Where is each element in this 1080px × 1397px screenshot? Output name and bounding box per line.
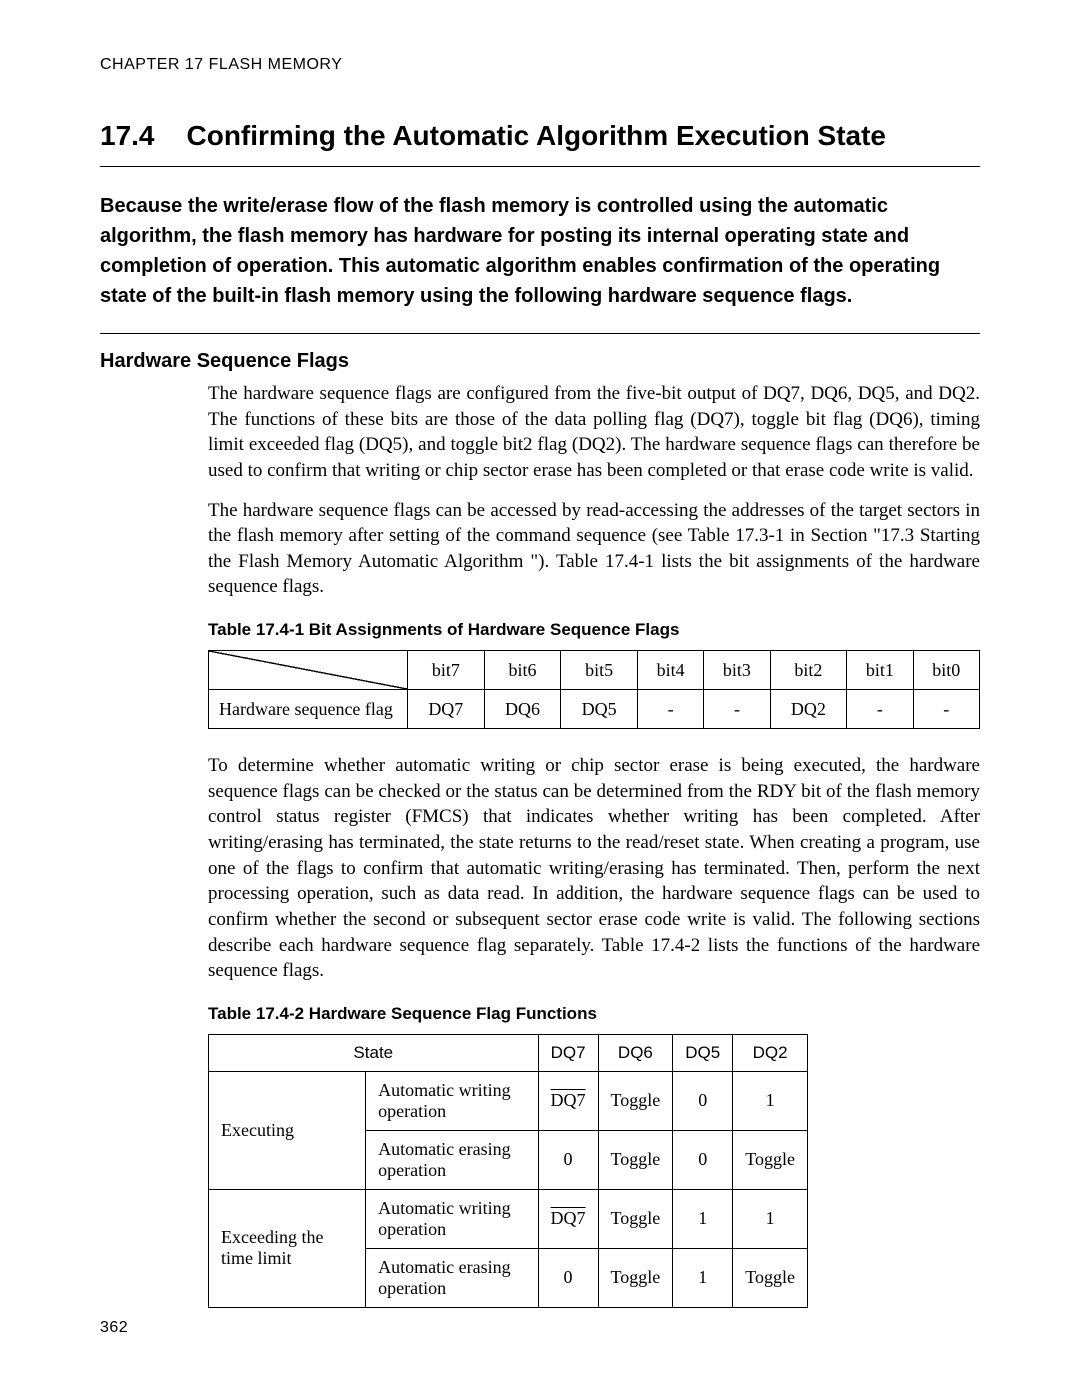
table-2-state-exceeding: Exceeding the time limit	[209, 1189, 366, 1307]
table-1-header-bit7: bit7	[408, 651, 485, 690]
table-2-cell: Toggle	[598, 1130, 673, 1189]
table-2-cell: Toggle	[733, 1130, 808, 1189]
intro-end-rule	[100, 333, 980, 334]
table-2-cell: 1	[733, 1189, 808, 1248]
table-1-header-bit2: bit2	[770, 651, 847, 690]
table-2-header-dq7: DQ7	[538, 1034, 598, 1071]
running-head: CHAPTER 17 FLASH MEMORY	[100, 56, 980, 74]
table-2-cell: 0	[538, 1248, 598, 1307]
table-1-cell: DQ6	[484, 690, 561, 729]
table-1-cell: DQ2	[770, 690, 847, 729]
table-2-state-executing: Executing	[209, 1071, 366, 1189]
table-2-cell: DQ7	[538, 1071, 598, 1130]
table-1-cell: DQ5	[561, 690, 638, 729]
paragraph-2: The hardware sequence flags can be acces…	[208, 498, 980, 601]
subheading: Hardware Sequence Flags	[100, 350, 980, 373]
table-1-header-bit4: bit4	[637, 651, 703, 690]
table-1-cell: DQ7	[408, 690, 485, 729]
table-2-cell: 0	[538, 1130, 598, 1189]
section-number: 17.4	[100, 120, 155, 152]
table-row: Exceeding the time limit Automatic writi…	[209, 1189, 808, 1248]
table-1-caption: Table 17.4-1 Bit Assignments of Hardware…	[208, 620, 980, 640]
table-2-header-dq6: DQ6	[598, 1034, 673, 1071]
table-2-cell: Toggle	[598, 1189, 673, 1248]
table-2-op: Automatic writing operation	[366, 1071, 538, 1130]
table-2-header-state: State	[209, 1034, 539, 1071]
table-2-cell: 0	[673, 1130, 733, 1189]
table-2-op: Automatic erasing operation	[366, 1248, 538, 1307]
table-1-header-bit5: bit5	[561, 651, 638, 690]
table-2-cell: DQ7	[538, 1189, 598, 1248]
table-2-op: Automatic erasing operation	[366, 1130, 538, 1189]
table-1-header-blank	[209, 651, 408, 690]
table-2: State DQ7 DQ6 DQ5 DQ2 Executing Automati…	[208, 1034, 808, 1308]
table-2-header-dq5: DQ5	[673, 1034, 733, 1071]
table-2-cell: 0	[673, 1071, 733, 1130]
table-1: bit7 bit6 bit5 bit4 bit3 bit2 bit1 bit0 …	[208, 650, 980, 729]
table-1-cell: -	[637, 690, 703, 729]
paragraph-1: The hardware sequence flags are configur…	[208, 381, 980, 484]
table-2-cell: 1	[673, 1248, 733, 1307]
table-row: Hardware sequence flag DQ7 DQ6 DQ5 - - D…	[209, 690, 980, 729]
section-heading: 17.4 Confirming the Automatic Algorithm …	[100, 120, 980, 152]
table-1-cell: -	[704, 690, 770, 729]
table-1-cell: -	[847, 690, 913, 729]
paragraph-3: To determine whether automatic writing o…	[208, 753, 980, 984]
table-2-cell: Toggle	[598, 1071, 673, 1130]
table-1-header-bit0: bit0	[913, 651, 979, 690]
table-2-op: Automatic writing operation	[366, 1189, 538, 1248]
table-row: Executing Automatic writing operation DQ…	[209, 1071, 808, 1130]
section-rule	[100, 166, 980, 167]
table-1-header-bit3: bit3	[704, 651, 770, 690]
table-1-cell: -	[913, 690, 979, 729]
table-2-header-dq2: DQ2	[733, 1034, 808, 1071]
section-title: Confirming the Automatic Algorithm Execu…	[187, 120, 887, 152]
table-1-row-label: Hardware sequence flag	[209, 690, 408, 729]
intro-paragraph: Because the write/erase flow of the flas…	[100, 191, 980, 311]
page-number: 362	[100, 1319, 128, 1337]
table-2-cell: 1	[673, 1189, 733, 1248]
table-2-cell: Toggle	[598, 1248, 673, 1307]
table-1-header-bit6: bit6	[484, 651, 561, 690]
table-2-caption: Table 17.4-2 Hardware Sequence Flag Func…	[208, 1004, 980, 1024]
table-2-cell: Toggle	[733, 1248, 808, 1307]
table-2-cell: 1	[733, 1071, 808, 1130]
table-1-header-bit1: bit1	[847, 651, 913, 690]
